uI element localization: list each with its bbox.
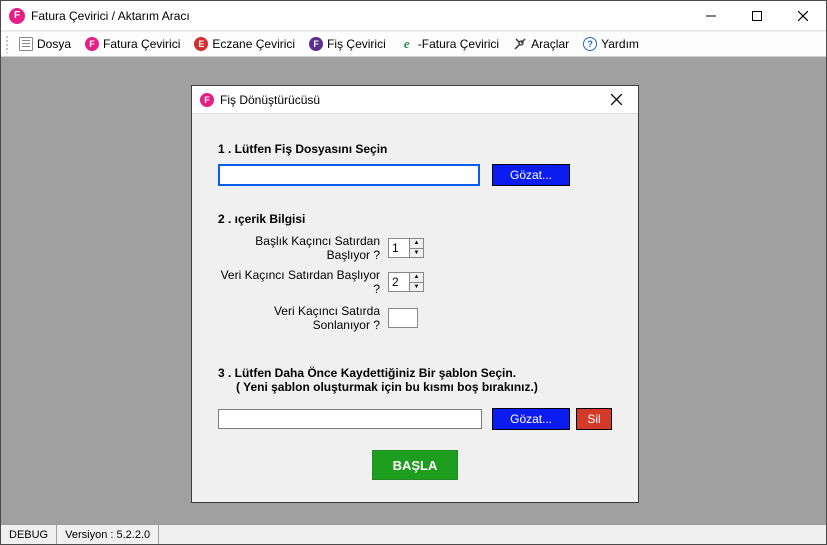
header-row-spinner[interactable]: ▲ ▼ <box>388 238 424 258</box>
data-end-input[interactable] <box>388 308 418 328</box>
file-path-input[interactable] <box>218 164 480 186</box>
minimize-button[interactable] <box>688 1 734 30</box>
toolbar-label: Fiş Çevirici <box>327 37 386 51</box>
spinner-down-icon[interactable]: ▼ <box>410 249 423 258</box>
toolbar-item-e-fatura-cevirici[interactable]: e -Fatura Çevirici <box>394 35 505 53</box>
status-version: Versiyon : 5.2.2.0 <box>57 525 159 544</box>
toolbar: Dosya F Fatura Çevirici E Eczane Çeviric… <box>1 31 826 57</box>
toolbar-item-fis-cevirici[interactable]: F Fiş Çevirici <box>303 35 392 53</box>
dialog-title: Fiş Dönüştürücüsü <box>220 93 320 107</box>
toolbar-label: Fatura Çevirici <box>103 37 180 51</box>
badge-e-icon: E <box>194 37 208 51</box>
step3-label-line2: ( Yeni şablon oluşturmak için bu kısmı b… <box>218 380 612 394</box>
titlebar: F Fatura Çevirici / Aktarım Aracı <box>1 1 826 31</box>
data-start-label: Veri Kaçıncı Satırdan Başlıyor ? <box>218 268 388 296</box>
spinner-up-icon[interactable]: ▲ <box>410 239 423 249</box>
spinner-down-icon[interactable]: ▼ <box>410 283 423 292</box>
toolbar-item-eczane-cevirici[interactable]: E Eczane Çevirici <box>188 35 301 53</box>
dialog-body: 1 . Lütfen Fiş Dosyasını Seçin Gözat... … <box>192 114 638 502</box>
badge-f-purple-icon: F <box>309 37 323 51</box>
toolbar-item-dosya[interactable]: Dosya <box>13 35 77 53</box>
data-end-label: Veri Kaçıncı Satırda Sonlanıyor ? <box>218 304 388 332</box>
dialog-icon: F <box>200 93 214 107</box>
status-mode: DEBUG <box>1 525 57 544</box>
data-start-spinner[interactable]: ▲ ▼ <box>388 272 424 292</box>
toolbar-item-araclar[interactable]: Araçlar <box>507 35 575 53</box>
dialog-close-button[interactable] <box>602 92 630 108</box>
data-start-input[interactable] <box>388 272 410 292</box>
window-title: Fatura Çevirici / Aktarım Aracı <box>31 9 190 23</box>
step2-label: 2 . ıçerik Bilgisi <box>218 212 612 226</box>
app-icon: F <box>9 8 25 24</box>
step3-label: 3 . Lütfen Daha Önce Kaydettiğiniz Bir ş… <box>218 366 612 394</box>
tools-icon <box>513 37 527 51</box>
toolbar-label: Araçlar <box>531 37 569 51</box>
workspace: F Fiş Dönüştürücüsü 1 . Lütfen Fiş Dosya… <box>1 57 826 524</box>
badge-script-e-icon: e <box>400 37 414 51</box>
header-row-label: Başlık Kaçıncı Satırdan Başlıyor ? <box>218 234 388 262</box>
window-controls <box>688 1 826 30</box>
dialog-fis-donusturucusu: F Fiş Dönüştürücüsü 1 . Lütfen Fiş Dosya… <box>191 85 639 503</box>
statusbar: DEBUG Versiyon : 5.2.2.0 <box>1 524 826 544</box>
browse-template-button[interactable]: Gözat... <box>492 408 570 430</box>
step1-label: 1 . Lütfen Fiş Dosyasını Seçin <box>218 142 612 156</box>
badge-f-icon: F <box>85 37 99 51</box>
toolbar-label: Dosya <box>37 37 71 51</box>
header-row-input[interactable] <box>388 238 410 258</box>
toolbar-grip <box>5 35 9 53</box>
template-path-input[interactable] <box>218 409 482 429</box>
toolbar-label: Yardım <box>601 37 639 51</box>
start-button[interactable]: BAŞLA <box>372 450 458 480</box>
document-icon <box>19 37 33 51</box>
maximize-button[interactable] <box>734 1 780 30</box>
toolbar-item-fatura-cevirici[interactable]: F Fatura Çevirici <box>79 35 186 53</box>
toolbar-label: -Fatura Çevirici <box>418 37 499 51</box>
spinner-up-icon[interactable]: ▲ <box>410 273 423 283</box>
delete-template-button[interactable]: Sil <box>576 408 612 430</box>
toolbar-label: Eczane Çevirici <box>212 37 295 51</box>
help-icon: ? <box>583 37 597 51</box>
toolbar-item-yardim[interactable]: ? Yardım <box>577 35 645 53</box>
dialog-titlebar: F Fiş Dönüştürücüsü <box>192 86 638 114</box>
step3-label-line1: 3 . Lütfen Daha Önce Kaydettiğiniz Bir ş… <box>218 366 612 380</box>
close-button[interactable] <box>780 1 826 30</box>
browse-file-button[interactable]: Gözat... <box>492 164 570 186</box>
